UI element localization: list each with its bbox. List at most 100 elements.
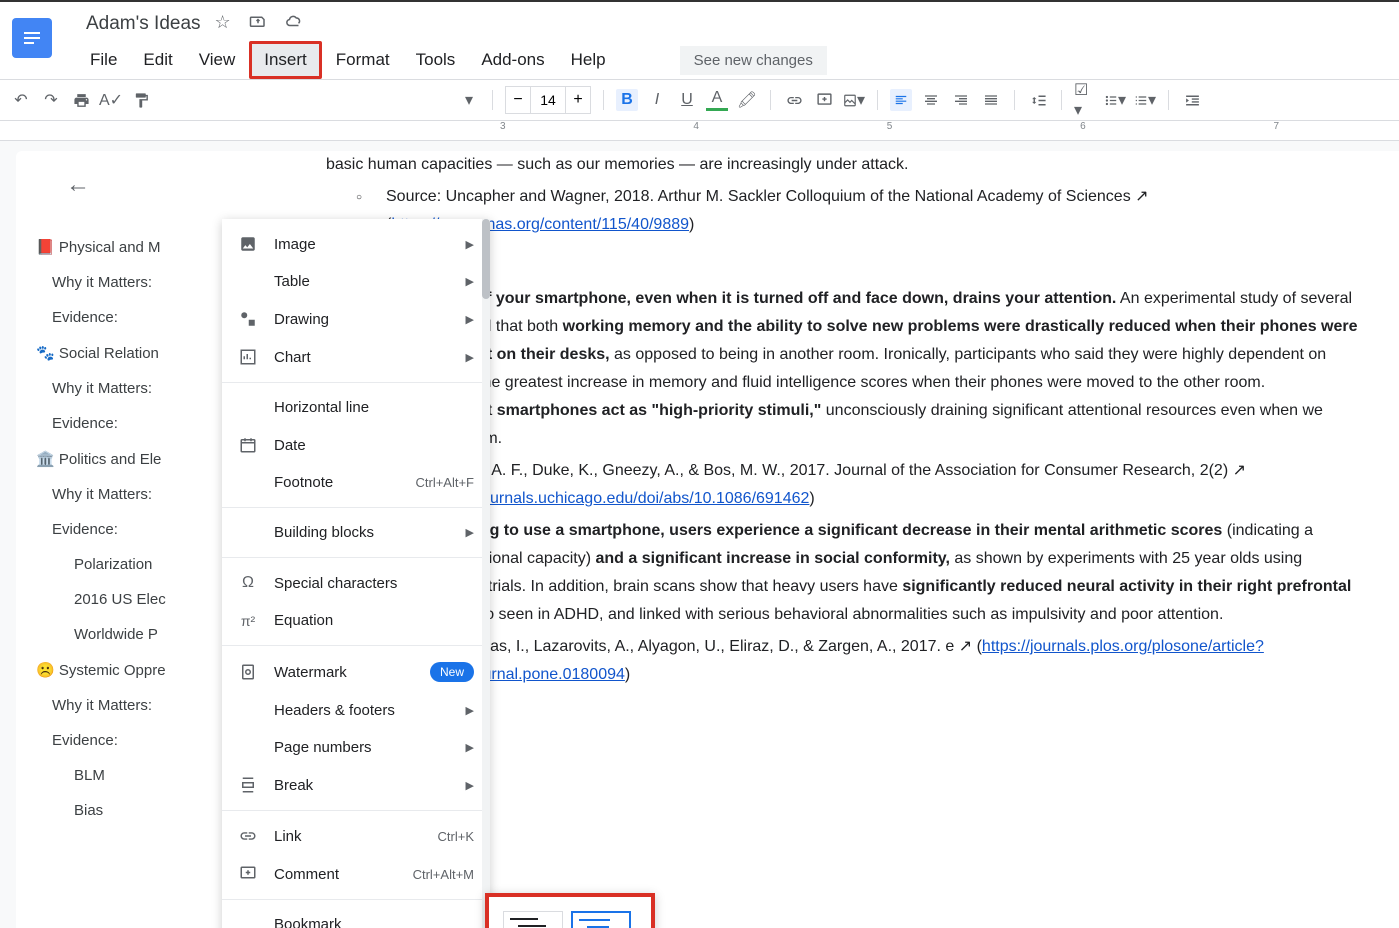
- checklist-icon[interactable]: ☑ ▾: [1074, 89, 1096, 111]
- menubar: File Edit View Insert Format Tools Add-o…: [78, 41, 1387, 79]
- outline-item[interactable]: Why it Matters:: [36, 371, 246, 406]
- insert-menu-footnote[interactable]: FootnoteCtrl+Alt+F: [222, 464, 490, 501]
- text-color-button[interactable]: A: [706, 89, 728, 111]
- outline-item[interactable]: Evidence:: [36, 406, 246, 441]
- insert-menu-equation[interactable]: π²Equation: [222, 602, 490, 639]
- font-size-increase[interactable]: +: [566, 87, 590, 113]
- insert-menu-headers-footers[interactable]: Headers & footers▶: [222, 692, 490, 729]
- outline-item[interactable]: Worldwide P: [36, 617, 246, 652]
- decrease-indent-icon[interactable]: [1181, 89, 1203, 111]
- outline-item[interactable]: Bias: [36, 793, 246, 828]
- menu-item-label: Watermark: [274, 664, 430, 681]
- outline-item[interactable]: 🏛️ Politics and Ele: [36, 441, 246, 477]
- menu-item-label: Link: [274, 828, 438, 845]
- align-center-icon[interactable]: [920, 89, 942, 111]
- insert-menu-building-blocks[interactable]: Building blocks▶: [222, 514, 490, 551]
- menu-item-label: Page numbers: [274, 739, 466, 756]
- insert-image-icon[interactable]: ▾: [843, 89, 865, 111]
- add-comment-icon[interactable]: [813, 89, 835, 111]
- align-right-icon[interactable]: [950, 89, 972, 111]
- menu-item-label: Chart: [274, 349, 466, 366]
- insert-menu-page-numbers[interactable]: Page numbers▶: [222, 729, 490, 766]
- numbered-list-icon[interactable]: ▾: [1134, 89, 1156, 111]
- outline-item[interactable]: Polarization: [36, 547, 246, 582]
- insert-menu-link[interactable]: LinkCtrl+K: [222, 817, 490, 855]
- toc-option-page-numbers[interactable]: [503, 911, 563, 928]
- submenu-arrow-icon: ▶: [466, 275, 474, 288]
- align-left-icon[interactable]: [890, 89, 912, 111]
- new-badge: New: [430, 662, 474, 682]
- styles-dropdown[interactable]: ▾: [458, 89, 480, 111]
- move-icon[interactable]: [249, 12, 267, 35]
- insert-menu-date[interactable]: Date: [222, 426, 490, 464]
- submenu-arrow-icon: ▶: [466, 238, 474, 251]
- highlight-button[interactable]: 🖍: [736, 89, 758, 111]
- cloud-status-icon[interactable]: [285, 12, 303, 35]
- menu-item-label: Equation: [274, 612, 474, 629]
- insert-link-icon[interactable]: [783, 89, 805, 111]
- insert-menu-comment[interactable]: CommentCtrl+Alt+M: [222, 855, 490, 893]
- menu-item-label: Image: [274, 236, 466, 253]
- menu-insert[interactable]: Insert: [249, 41, 322, 79]
- submenu-arrow-icon: ▶: [466, 351, 474, 364]
- outline-panel: ← 📕 Physical and MWhy it Matters:Evidenc…: [16, 151, 256, 928]
- break-icon: [238, 776, 258, 794]
- redo-icon[interactable]: ↷: [40, 89, 62, 111]
- outline-item[interactable]: Evidence:: [36, 723, 246, 758]
- align-justify-icon[interactable]: [980, 89, 1002, 111]
- insert-menu-bookmark[interactable]: Bookmark: [222, 906, 490, 928]
- omega-icon: Ω: [238, 574, 258, 592]
- insert-menu-drawing[interactable]: Drawing▶: [222, 300, 490, 338]
- ruler: 34567: [0, 121, 1399, 141]
- insert-menu-horizontal-line[interactable]: Horizontal line: [222, 389, 490, 426]
- outline-item[interactable]: Evidence:: [36, 512, 246, 547]
- outline-back-icon[interactable]: ←: [36, 171, 246, 199]
- menu-view[interactable]: View: [187, 44, 248, 76]
- insert-menu-special-characters[interactable]: ΩSpecial characters: [222, 564, 490, 602]
- outline-item[interactable]: Evidence:: [36, 300, 246, 335]
- see-new-changes[interactable]: See new changes: [680, 46, 827, 75]
- outline-item[interactable]: Why it Matters:: [36, 688, 246, 723]
- image-icon: [238, 235, 258, 253]
- outline-item[interactable]: 2016 US Elec: [36, 582, 246, 617]
- menu-addons[interactable]: Add-ons: [469, 44, 556, 76]
- insert-menu-break[interactable]: Break▶: [222, 766, 490, 804]
- insert-menu-image[interactable]: Image▶: [222, 225, 490, 263]
- menu-item-label: Break: [274, 777, 466, 794]
- bold-button[interactable]: B: [616, 89, 638, 111]
- font-size-control: − +: [505, 86, 591, 114]
- insert-menu-watermark[interactable]: WatermarkNew: [222, 652, 490, 692]
- menu-file[interactable]: File: [78, 44, 129, 76]
- line-spacing-icon[interactable]: [1027, 89, 1049, 111]
- outline-item[interactable]: 🐾 Social Relation: [36, 335, 246, 371]
- menu-help[interactable]: Help: [559, 44, 618, 76]
- outline-item[interactable]: BLM: [36, 758, 246, 793]
- menu-tools[interactable]: Tools: [404, 44, 468, 76]
- docs-logo[interactable]: [12, 18, 52, 58]
- undo-icon[interactable]: ↶: [10, 89, 32, 111]
- menu-item-label: Drawing: [274, 311, 466, 328]
- underline-button[interactable]: U: [676, 89, 698, 111]
- print-icon[interactable]: [70, 89, 92, 111]
- font-size-input[interactable]: [530, 87, 566, 113]
- menu-format[interactable]: Format: [324, 44, 402, 76]
- outline-item[interactable]: Why it Matters:: [36, 265, 246, 300]
- menu-edit[interactable]: Edit: [131, 44, 184, 76]
- outline-item[interactable]: ☹️ Systemic Oppre: [36, 652, 246, 688]
- doc-title[interactable]: Adam's Ideas: [86, 13, 201, 35]
- font-size-decrease[interactable]: −: [506, 87, 530, 113]
- outline-item[interactable]: Why it Matters:: [36, 477, 246, 512]
- toc-option-blue-links[interactable]: [571, 911, 631, 928]
- insert-menu-chart[interactable]: Chart▶: [222, 338, 490, 376]
- insert-menu-table[interactable]: Table▶: [222, 263, 490, 300]
- paint-format-icon[interactable]: [130, 89, 152, 111]
- star-icon[interactable]: ☆: [215, 12, 231, 35]
- dropdown-scrollbar[interactable]: [482, 219, 490, 928]
- date-icon: [238, 436, 258, 454]
- bulleted-list-icon[interactable]: ▾: [1104, 89, 1126, 111]
- outline-item[interactable]: 📕 Physical and M: [36, 229, 246, 265]
- chart-icon: [238, 348, 258, 366]
- spellcheck-icon[interactable]: A✓: [100, 89, 122, 111]
- italic-button[interactable]: I: [646, 89, 668, 111]
- menu-item-label: Headers & footers: [274, 702, 466, 719]
